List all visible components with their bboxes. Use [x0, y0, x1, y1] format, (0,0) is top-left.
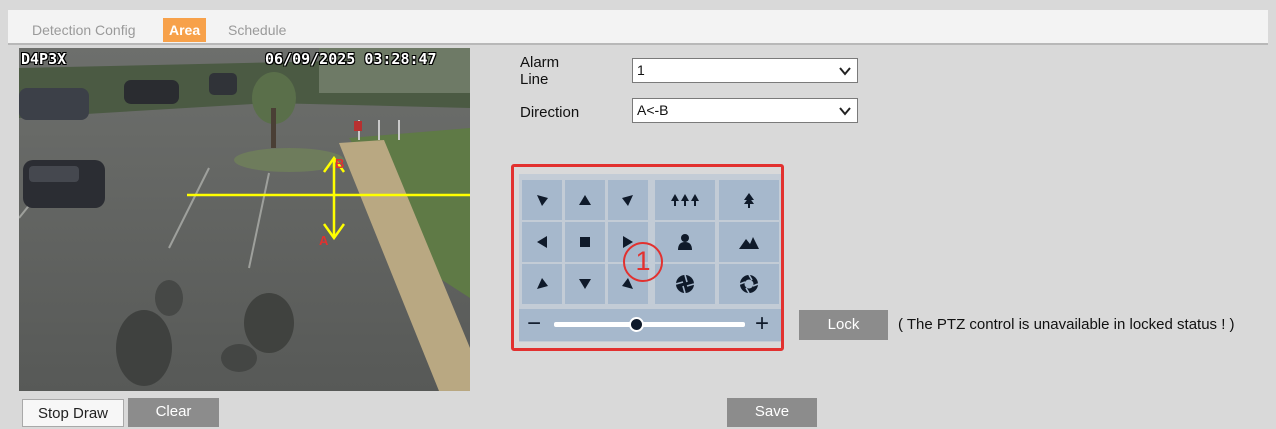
focus-far-button[interactable] [719, 222, 779, 262]
ptz-up-right-button[interactable] [608, 180, 648, 220]
arrow-down-icon [579, 279, 591, 289]
clear-button[interactable]: Clear [128, 398, 219, 427]
chevron-down-icon [839, 107, 851, 116]
stop-draw-button[interactable]: Stop Draw [22, 399, 124, 427]
iris-close-icon [675, 274, 695, 294]
zoom-plus-button[interactable]: + [755, 309, 769, 339]
arrow-up-right-icon [622, 195, 633, 206]
camera-scene: B [19, 48, 470, 391]
lock-note: ( The PTZ control is unavailable in lock… [898, 316, 1235, 333]
focus-far-mountain-icon [739, 237, 759, 249]
ptz-left-button[interactable] [522, 222, 562, 262]
arrow-down-left-icon [537, 278, 548, 289]
focus-near-person-icon [678, 234, 692, 250]
tab-area[interactable]: Area [163, 18, 207, 42]
alarm-line-label: Alarm Line [520, 54, 560, 88]
tab-bar: Detection Config Area Schedule [8, 10, 1268, 45]
ptz-down-left-button[interactable] [522, 264, 562, 304]
arrow-up-icon [579, 195, 591, 205]
direction-label: Direction [520, 104, 580, 121]
iris-close-button[interactable] [655, 264, 715, 304]
svg-text:B: B [335, 156, 344, 171]
ptz-up-left-button[interactable] [522, 180, 562, 220]
zoom-in-button[interactable] [719, 180, 779, 220]
line-side-a-label: A [319, 233, 329, 248]
arrow-up-left-icon [537, 195, 548, 206]
ptz-stop-button[interactable] [565, 222, 605, 262]
ptz-up-button[interactable] [565, 180, 605, 220]
alarm-line-value: 1 [637, 62, 645, 78]
arrow-left-icon [537, 236, 547, 248]
direction-value: A<-B [637, 102, 669, 118]
lock-button[interactable]: Lock [799, 310, 888, 340]
annotation-marker: 1 [623, 242, 663, 282]
stop-icon [580, 237, 590, 247]
zoom-out-button[interactable] [655, 180, 715, 220]
ptz-down-button[interactable] [565, 264, 605, 304]
iris-open-icon [739, 274, 759, 294]
direction-select[interactable]: A<-B [632, 98, 858, 123]
zoom-slider-track[interactable] [554, 322, 745, 327]
chevron-down-icon [839, 67, 851, 76]
zoom-out-trees-icon [671, 194, 699, 206]
focus-near-button[interactable] [655, 222, 715, 262]
alarm-line-select[interactable]: 1 [632, 58, 858, 83]
save-button[interactable]: Save [727, 398, 817, 427]
zoom-in-tree-icon [744, 193, 754, 208]
tab-schedule[interactable]: Schedule [222, 18, 292, 42]
tab-detection-config[interactable]: Detection Config [26, 18, 142, 42]
zoom-slider-knob[interactable] [628, 317, 644, 332]
osd-datetime: 06/09/2025 03:28:47 [265, 50, 437, 68]
zoom-minus-button[interactable]: − [527, 309, 541, 339]
iris-open-button[interactable] [719, 264, 779, 304]
video-preview[interactable]: B D4P3X 06/09/2025 03:28:47 A [19, 48, 470, 391]
osd-camera-label: D4P3X [21, 50, 67, 68]
